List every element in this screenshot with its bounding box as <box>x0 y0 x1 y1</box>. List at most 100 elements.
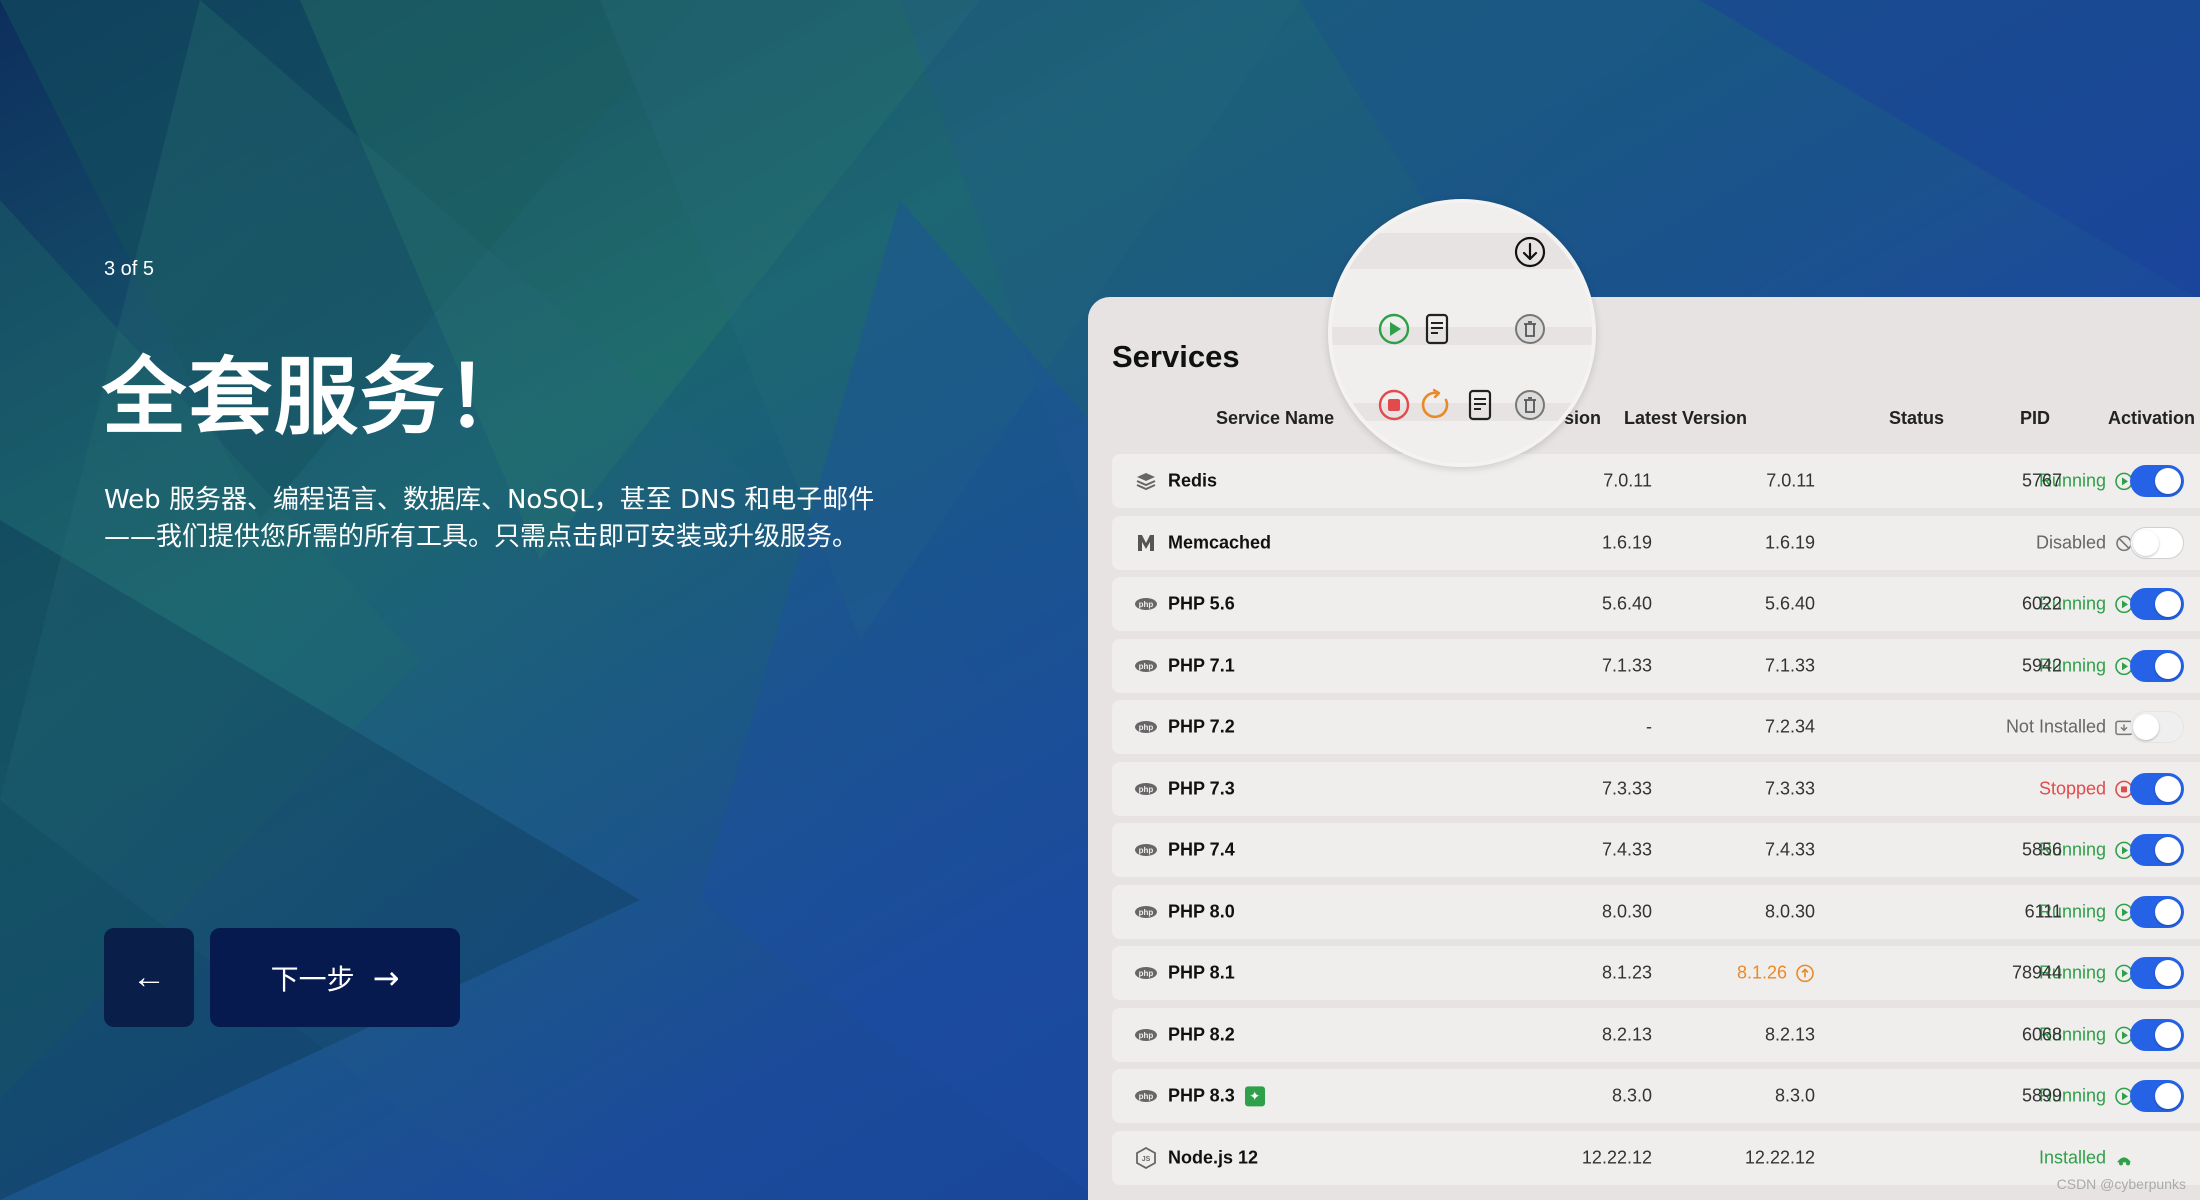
pid-value: 5856 <box>2021 839 2062 860</box>
svg-text:php: php <box>1139 662 1154 671</box>
service-name-text: PHP 5.6 <box>1168 593 1235 614</box>
status-badge: Disabled <box>1852 532 2134 553</box>
service-name: Node.js 12 <box>1168 1147 1258 1168</box>
activation-toggle[interactable] <box>2130 711 2184 743</box>
svg-text:php: php <box>1139 723 1154 732</box>
magnifier-callout <box>1328 199 1596 467</box>
activation-toggle[interactable] <box>2130 1080 2184 1112</box>
service-name: PHP 5.6 <box>1168 594 1235 615</box>
activation-toggle[interactable] <box>2130 1018 2184 1051</box>
activation-toggle[interactable] <box>2130 772 2184 805</box>
column-header-latest-version[interactable]: Latest Version <box>1624 408 1747 429</box>
php-icon: php <box>1134 717 1158 737</box>
installed-version: 7.0.11 <box>1603 470 1652 491</box>
php-icon: php <box>1134 840 1158 860</box>
svg-text:php: php <box>1139 785 1154 794</box>
service-name-text: PHP 8.2 <box>1168 1024 1235 1044</box>
service-name-text: PHP 7.2 <box>1168 716 1235 737</box>
download-icon[interactable] <box>1513 235 1547 269</box>
latest-version-text: 12.22.12 <box>1744 1147 1815 1167</box>
php-icon: php <box>1134 779 1158 799</box>
toggle-knob <box>2155 468 2181 494</box>
table-row[interactable]: Memcached 1.6.19 1.6.19 Disabled <box>1112 515 2200 570</box>
play-icon[interactable] <box>1377 312 1411 346</box>
status-badge: Not Installed <box>1852 716 2134 737</box>
activation-toggle[interactable] <box>2130 834 2184 866</box>
table-row[interactable]: php PHP 8.1 8.1.23 8.1.26 Running 78944 <box>1112 946 2200 1000</box>
toggle-knob <box>2133 529 2159 556</box>
log-icon[interactable] <box>1463 388 1497 422</box>
service-name-text: Memcached <box>1168 532 1272 552</box>
latest-version: 7.4.33 <box>1652 840 1815 861</box>
latest-version: 7.0.11 <box>1652 471 1815 492</box>
stop-icon[interactable] <box>1377 388 1411 422</box>
installed-version: 7.3.33 <box>1601 778 1652 798</box>
latest-version-text: 7.0.11 <box>1766 470 1815 491</box>
pid-value: 6111 <box>2024 901 2062 921</box>
log-icon[interactable] <box>1420 312 1454 346</box>
latest-version-text: 8.0.30 <box>1764 901 1815 921</box>
trash-icon[interactable] <box>1513 388 1547 422</box>
pid-value: 78944 <box>2011 962 2062 983</box>
service-name-text: PHP 8.1 <box>1168 962 1235 983</box>
trash-icon[interactable] <box>1513 312 1547 346</box>
installed-version: 7.4.33 <box>1601 839 1652 860</box>
column-header-activation[interactable]: Activation <box>2108 408 2195 429</box>
table-row[interactable]: php PHP 7.1 7.1.33 7.1.33 Running 5942 <box>1112 638 2200 693</box>
table-row[interactable]: php PHP 7.4 7.4.33 7.4.33 Running 5856 <box>1112 823 2200 877</box>
status-text: Not Installed <box>2005 716 2106 737</box>
installed-version: 8.1.23 <box>1601 962 1652 983</box>
table-row[interactable]: php PHP 8.3 ✦ 8.3.0 8.3.0 Running 5899 <box>1112 1069 2200 1123</box>
latest-version[interactable]: 8.1.26 <box>1652 962 1815 983</box>
arrow-right-icon: → <box>372 958 400 997</box>
installed-version: 8.2.13 <box>1601 1024 1652 1044</box>
activation-toggle[interactable] <box>2130 649 2184 682</box>
memcached-icon <box>1134 533 1158 553</box>
latest-version-text: 5.6.40 <box>1764 593 1815 614</box>
activation-toggle[interactable] <box>2130 895 2184 928</box>
table-row[interactable]: php PHP 7.3 7.3.33 7.3.33 Stopped <box>1112 761 2200 816</box>
table-row[interactable]: php PHP 7.2 - 7.2.34 Not Installed <box>1112 700 2200 754</box>
installed-version: 5.6.40 <box>1601 593 1652 614</box>
next-button[interactable]: 下一步 → <box>210 928 460 1027</box>
magnifier-row <box>1332 421 1592 463</box>
activation-toggle[interactable] <box>2130 957 2184 989</box>
installed-version: 7.1.33 <box>1601 655 1652 675</box>
latest-version-text: 7.3.33 <box>1764 778 1815 798</box>
column-header-pid[interactable]: PID <box>2020 408 2050 429</box>
toggle-knob <box>2155 837 2181 863</box>
table-row[interactable]: php PHP 8.0 8.0.30 8.0.30 Running 6111 <box>1112 884 2200 939</box>
table-row[interactable]: php PHP 8.2 8.2.13 8.2.13 Running 6068 <box>1112 1007 2200 1062</box>
table-row[interactable]: JS Node.js 12 12.22.12 12.22.12 Installed <box>1112 1130 2200 1185</box>
service-name: PHP 7.4 <box>1168 840 1235 861</box>
column-header-status[interactable]: Status <box>1889 408 1944 429</box>
activation-toggle[interactable] <box>2130 465 2184 497</box>
page-description: Web 服务器、编程语言、数据库、NoSQL，甚至 DNS 和电子邮件——我们提… <box>104 485 875 552</box>
activation-toggle[interactable] <box>2130 588 2184 620</box>
status-text: Disabled <box>2035 531 2106 552</box>
latest-version: 7.1.33 <box>1652 655 1815 676</box>
services-window: Services Service Name sion Latest Versio… <box>1088 297 2200 1200</box>
new-badge-icon: ✦ <box>1244 1086 1265 1107</box>
update-arrow-icon[interactable] <box>1787 962 1815 983</box>
toggle-knob <box>2133 714 2159 740</box>
page-title: 全套服务！ <box>102 348 533 446</box>
installed-status-icon[interactable] <box>2106 1147 2134 1167</box>
restart-icon[interactable] <box>1420 388 1454 422</box>
magnifier-row <box>1332 269 1592 327</box>
php-icon: php <box>1134 963 1158 983</box>
php-icon: php <box>1134 656 1158 676</box>
service-name-text: PHP 8.0 <box>1168 901 1235 921</box>
back-button[interactable]: ← <box>104 928 194 1027</box>
activation-toggle[interactable] <box>2130 526 2184 559</box>
table-row[interactable]: php PHP 5.6 5.6.40 5.6.40 Running 6022 <box>1112 577 2200 631</box>
arrow-left-icon: ← <box>132 958 166 996</box>
service-name: PHP 7.2 <box>1168 717 1235 738</box>
service-name: Redis <box>1168 471 1217 492</box>
toggle-knob <box>2155 591 2181 617</box>
watermark: CSDN @cyberpunks <box>2056 1176 2186 1192</box>
column-header-service-name[interactable]: Service Name <box>1216 408 1334 429</box>
service-name: PHP 8.3 ✦ <box>1168 1085 1265 1107</box>
table-row[interactable]: Redis 7.0.11 7.0.11 Running 5767 <box>1112 454 2200 508</box>
toggle-knob <box>2155 898 2181 925</box>
